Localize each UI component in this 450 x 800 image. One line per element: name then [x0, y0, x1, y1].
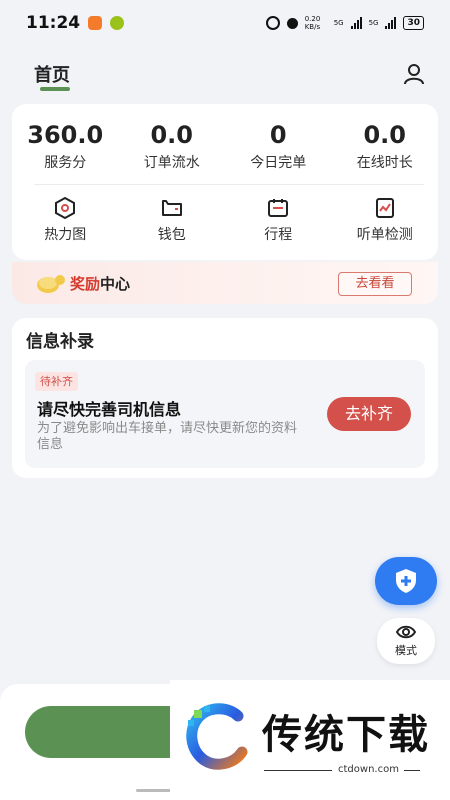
watermark-url: ctdown.com	[338, 764, 399, 775]
signal-icon-1	[350, 17, 362, 29]
stats-card: 360.0 服务分 0.0 订单流水 0 今日完单 0.0 在线时长 热力图 钱…	[12, 104, 438, 260]
location-icon	[286, 17, 298, 29]
stat-value: 0	[269, 121, 287, 149]
tab-active-indicator	[40, 87, 70, 91]
stat-label: 订单流水	[143, 155, 200, 171]
watermark: 传统下载 ctdown.com	[170, 680, 450, 800]
stat-online-time[interactable]: 0.0 在线时长	[332, 120, 439, 172]
order-check-icon	[375, 198, 394, 218]
stat-label: 在线时长	[356, 155, 413, 171]
tool-label: 行程	[264, 227, 293, 243]
user-icon[interactable]	[402, 62, 426, 86]
task-title: 请尽快完善司机信息	[37, 400, 182, 419]
network-type-2: 5G	[368, 19, 379, 27]
pending-tag: 待补齐	[35, 372, 78, 391]
reward-title-red: 奖励	[70, 275, 101, 293]
watermark-logo-icon	[186, 703, 248, 770]
info-title: 信息补录	[26, 332, 94, 352]
coin-icon	[37, 275, 65, 293]
tools-row: 热力图 钱包 行程 听单检测	[12, 196, 438, 244]
tool-wallet[interactable]: 钱包	[119, 196, 226, 244]
stat-service-score[interactable]: 360.0 服务分	[12, 120, 119, 172]
tool-order-check[interactable]: 听单检测	[332, 196, 439, 244]
stat-value: 0.0	[363, 121, 406, 149]
stat-today-orders[interactable]: 0 今日完单	[225, 120, 332, 172]
tool-label: 听单检测	[356, 227, 413, 243]
watermark-line-right	[404, 770, 420, 771]
reward-center-banner[interactable]: 奖励中心 去看看	[12, 262, 438, 304]
safety-fab-button[interactable]	[375, 557, 437, 605]
eye-icon	[395, 625, 417, 639]
tool-label: 钱包	[157, 227, 186, 243]
signal-icon-2	[385, 17, 397, 29]
reward-title-black: 中心	[100, 275, 131, 293]
tab-home[interactable]: 首页	[34, 61, 70, 87]
mode-label: 模式	[395, 644, 417, 657]
reward-view-button[interactable]: 去看看	[338, 272, 412, 296]
network-type-1: 5G	[333, 19, 344, 27]
tool-heatmap[interactable]: 热力图	[12, 196, 119, 244]
info-task-item[interactable]: 待补齐 请尽快完善司机信息 为了避免影响出车接单，请尽快更新您的资料信息 去补齐	[25, 360, 425, 468]
stat-label: 服务分	[44, 155, 87, 171]
tool-label: 热力图	[44, 227, 87, 243]
trip-icon	[268, 199, 289, 217]
wallet-icon	[161, 200, 182, 216]
top-nav: 首页	[0, 55, 450, 99]
stats-row: 360.0 服务分 0.0 订单流水 0 今日完单 0.0 在线时长	[12, 120, 438, 172]
complete-info-button[interactable]: 去补齐	[327, 397, 411, 431]
watermark-line-left	[264, 770, 332, 771]
watermark-brand: 传统下载	[262, 712, 430, 758]
mode-button[interactable]: 模式	[377, 618, 435, 664]
alarm-icon	[265, 16, 280, 30]
battery-icon: 30	[403, 16, 424, 30]
app-notification-icon-2	[110, 16, 125, 30]
shield-plus-icon	[396, 569, 416, 593]
divider	[34, 184, 424, 185]
stat-label: 今日完单	[250, 155, 307, 171]
status-bar: 11:24 0.20 KB/s 5G 5G 30	[0, 0, 450, 46]
task-description: 为了避免影响出车接单，请尽快更新您的资料信息	[37, 421, 298, 452]
status-time: 11:24	[26, 13, 81, 33]
reward-title: 奖励中心	[70, 273, 130, 294]
heatmap-icon	[55, 196, 76, 220]
tool-trip[interactable]: 行程	[225, 196, 332, 244]
stat-value: 0.0	[150, 121, 193, 149]
info-supplement-card: 信息补录 待补齐 请尽快完善司机信息 为了避免影响出车接单，请尽快更新您的资料信…	[12, 318, 438, 478]
stat-value: 360.0	[27, 121, 104, 149]
stat-order-flow[interactable]: 0.0 订单流水	[119, 120, 226, 172]
app-notification-icon	[88, 16, 103, 30]
net-speed: 0.20 KB/s	[304, 15, 321, 31]
